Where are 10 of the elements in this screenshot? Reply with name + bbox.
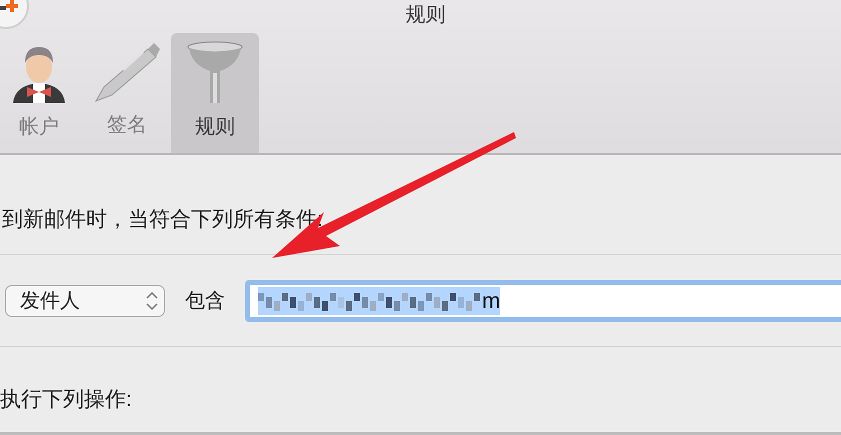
up-down-chevron-icon <box>146 290 158 310</box>
operator-label: 包含 <box>185 289 225 314</box>
field-popup[interactable]: 发件人 <box>5 284 165 316</box>
funnel-icon <box>186 39 244 105</box>
input-value: m <box>482 288 500 314</box>
app-icon <box>0 0 30 30</box>
actions-text: 执行下列操作: <box>0 347 841 435</box>
value-input-field[interactable]: m <box>245 280 841 322</box>
window-title: 规则 <box>406 3 446 28</box>
toolbar-tab[interactable]: 规则 <box>171 33 259 153</box>
